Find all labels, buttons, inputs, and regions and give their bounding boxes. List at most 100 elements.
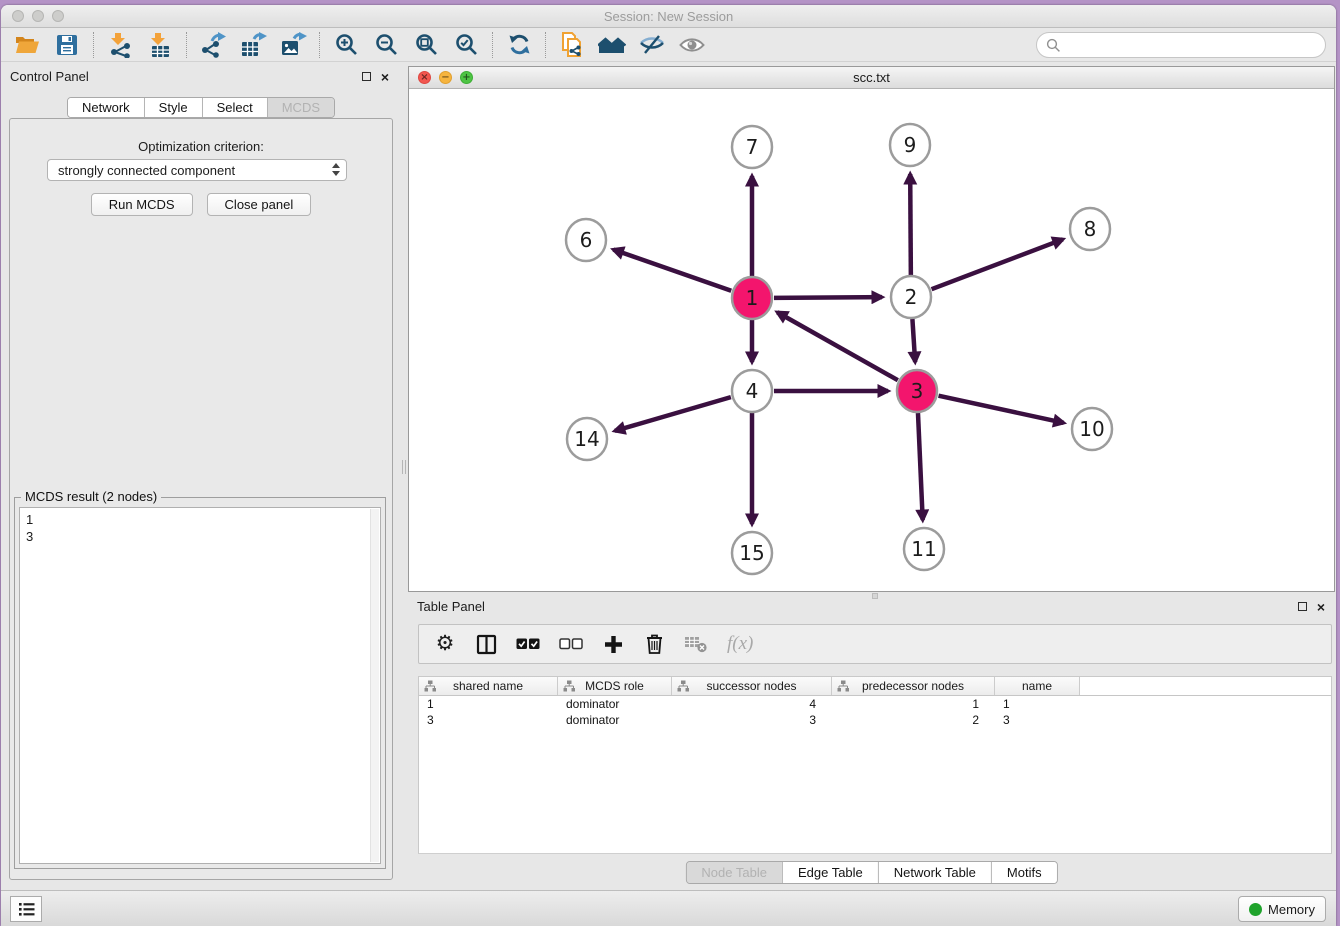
zoom-selected-button[interactable] xyxy=(446,30,486,60)
svg-text:1: 1 xyxy=(746,286,759,310)
column-header-shared-name[interactable]: shared name xyxy=(419,677,558,695)
tab-mcds[interactable]: MCDS xyxy=(267,98,334,117)
graph-edge-1-6[interactable] xyxy=(613,250,731,291)
graph-node-6[interactable]: 6 xyxy=(566,219,606,261)
import-table-button[interactable] xyxy=(140,30,180,60)
tab-network[interactable]: Network xyxy=(68,98,144,117)
graph-node-2[interactable]: 2 xyxy=(891,276,931,318)
graph-edge-3-1[interactable] xyxy=(777,312,898,380)
table-settings-button[interactable]: ⚙ xyxy=(434,634,456,654)
cell-mcds-role[interactable]: dominator xyxy=(558,712,672,728)
graph-node-11[interactable]: 11 xyxy=(904,528,944,570)
network-canvas[interactable]: 7 9 6 8 1 2 4 3 14 10 15 11 xyxy=(409,89,1334,591)
delete-table-button[interactable] xyxy=(684,635,708,653)
graph-node-10[interactable]: 10 xyxy=(1072,408,1112,450)
graph-node-9[interactable]: 9 xyxy=(890,124,930,166)
export-network-button[interactable] xyxy=(193,30,233,60)
svg-text:2: 2 xyxy=(905,285,918,309)
cell-successor-nodes[interactable]: 4 xyxy=(672,696,832,712)
export-image-button[interactable] xyxy=(273,30,313,60)
table-delete-icon xyxy=(684,635,708,653)
zoom-fit-button[interactable] xyxy=(406,30,446,60)
table-tab-edge-table[interactable]: Edge Table xyxy=(782,862,878,883)
column-header-predecessor-nodes[interactable]: predecessor nodes xyxy=(832,677,995,695)
search-input[interactable] xyxy=(1061,38,1316,53)
add-column-button[interactable] xyxy=(602,634,624,655)
table-tab-motifs[interactable]: Motifs xyxy=(991,862,1057,883)
tab-style[interactable]: Style xyxy=(144,98,202,117)
hide-graphics-button[interactable] xyxy=(632,30,672,60)
deselect-all-button[interactable] xyxy=(559,638,583,650)
float-table-panel-icon[interactable] xyxy=(1298,602,1307,611)
zoom-selected-icon xyxy=(454,32,479,57)
table-tab-node-table[interactable]: Node Table xyxy=(686,862,782,883)
memory-button[interactable]: Memory xyxy=(1238,896,1326,922)
graph-edge-2-8[interactable] xyxy=(932,239,1063,289)
function-builder-button[interactable]: f(x) xyxy=(727,633,753,655)
import-network-button[interactable] xyxy=(100,30,140,60)
column-label: successor nodes xyxy=(706,679,796,693)
open-session-button[interactable] xyxy=(7,30,47,60)
close-panel-icon[interactable]: × xyxy=(381,69,389,85)
apply-layout-button[interactable] xyxy=(499,30,539,60)
refresh-icon xyxy=(507,32,532,57)
table-tab-network-table[interactable]: Network Table xyxy=(878,862,991,883)
graph-node-3[interactable]: 3 xyxy=(897,370,937,412)
graph-edge-4-14[interactable] xyxy=(615,397,731,431)
graph-edge-2-9[interactable] xyxy=(910,174,911,275)
zoom-out-button[interactable] xyxy=(366,30,406,60)
graph-node-7[interactable]: 7 xyxy=(732,126,772,168)
export-table-button[interactable] xyxy=(233,30,273,60)
cell-successor-nodes[interactable]: 3 xyxy=(672,712,832,728)
close-table-panel-icon[interactable]: × xyxy=(1317,599,1325,615)
column-header-successor-nodes[interactable]: successor nodes xyxy=(672,677,832,695)
optimization-label: Optimization criterion: xyxy=(10,139,392,154)
task-history-button[interactable] xyxy=(10,896,42,922)
column-visibility-button[interactable] xyxy=(475,634,497,655)
result-scrollbar[interactable] xyxy=(370,509,379,862)
column-label: predecessor nodes xyxy=(862,679,964,693)
copy-network-button[interactable] xyxy=(552,30,592,60)
eye-icon xyxy=(679,34,705,56)
cell-shared-name[interactable]: 3 xyxy=(419,712,558,728)
cell-name[interactable]: 3 xyxy=(995,712,1080,728)
export-network-icon xyxy=(200,32,226,58)
column-header-mcds-role[interactable]: MCDS role xyxy=(558,677,672,695)
criterion-select[interactable]: strongly connected component xyxy=(47,159,347,181)
cell-name[interactable]: 1 xyxy=(995,696,1080,712)
graph-node-1[interactable]: 1 xyxy=(732,277,772,319)
graph-node-15[interactable]: 15 xyxy=(732,532,772,574)
table-row-0[interactable]: 1dominator411 xyxy=(419,696,1331,712)
svg-text:6: 6 xyxy=(580,228,593,252)
show-graphics-button[interactable] xyxy=(672,30,712,60)
zoom-in-icon xyxy=(334,32,359,57)
cell-predecessor-nodes[interactable]: 2 xyxy=(832,712,995,728)
column-header-name[interactable]: name xyxy=(995,677,1080,695)
graph-edge-2-3[interactable] xyxy=(912,319,915,362)
graph-edge-3-11[interactable] xyxy=(918,413,923,520)
import-network-icon xyxy=(107,32,133,58)
graph-node-4[interactable]: 4 xyxy=(732,370,772,412)
graph-edge-1-2[interactable] xyxy=(774,297,882,298)
search-box[interactable] xyxy=(1036,32,1326,58)
zoom-in-button[interactable] xyxy=(326,30,366,60)
table-row-1[interactable]: 3dominator323 xyxy=(419,712,1331,728)
cell-shared-name[interactable]: 1 xyxy=(419,696,558,712)
float-panel-icon[interactable] xyxy=(362,72,371,81)
graph-edge-3-10[interactable] xyxy=(938,396,1063,423)
cell-predecessor-nodes[interactable]: 1 xyxy=(832,696,995,712)
mcds-result-text[interactable]: 13 xyxy=(19,507,381,864)
delete-column-button[interactable] xyxy=(643,633,665,655)
run-mcds-button[interactable]: Run MCDS xyxy=(91,193,193,216)
tab-select[interactable]: Select xyxy=(202,98,267,117)
graph-node-14[interactable]: 14 xyxy=(567,418,607,460)
status-bar: Memory xyxy=(1,890,1336,926)
close-panel-button[interactable]: Close panel xyxy=(207,193,312,216)
cell-mcds-role[interactable]: dominator xyxy=(558,696,672,712)
graph-node-8[interactable]: 8 xyxy=(1070,208,1110,250)
table-header-row: shared nameMCDS role successor nodes prede… xyxy=(419,677,1331,696)
home-button[interactable] xyxy=(592,30,632,60)
select-all-button[interactable] xyxy=(516,638,540,650)
save-session-button[interactable] xyxy=(47,30,87,60)
panel-splitter[interactable] xyxy=(401,62,408,890)
